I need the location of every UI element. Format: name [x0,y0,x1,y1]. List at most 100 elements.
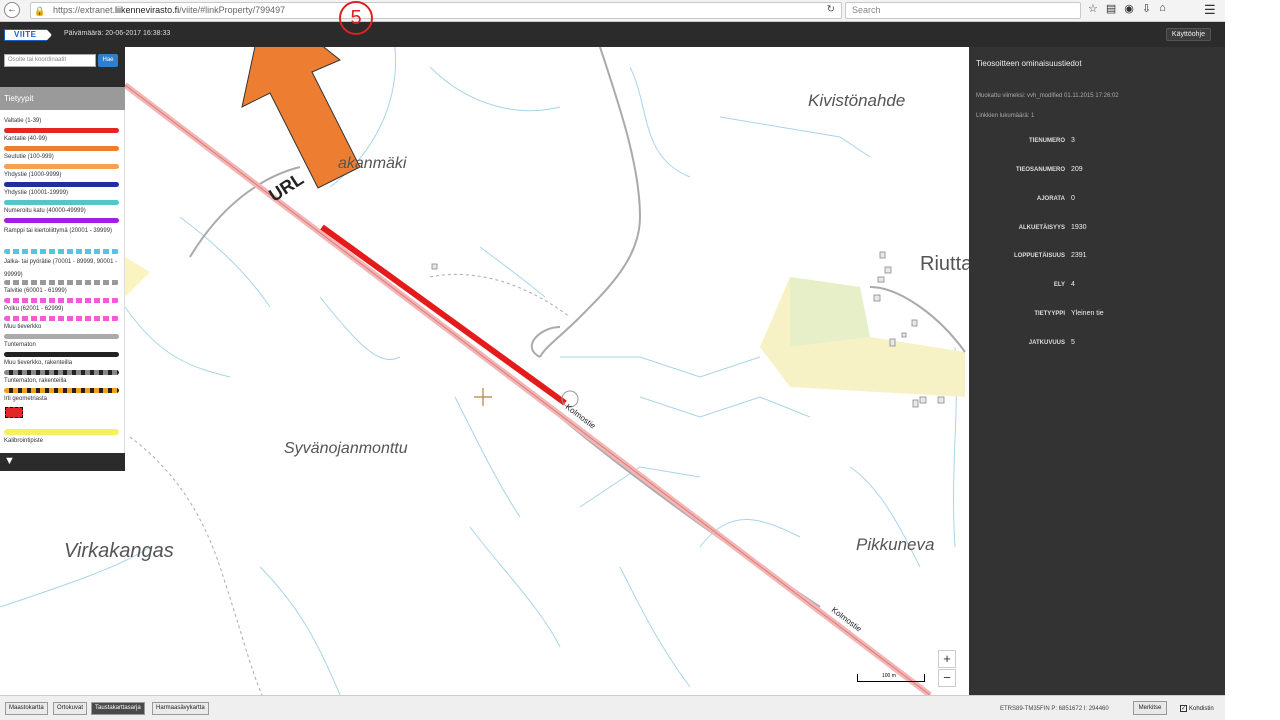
property-value: 2391 [1071,252,1087,259]
checkbox-icon[interactable]: ✓ [1180,705,1187,712]
property-label: JATKUVUUS [1028,340,1065,346]
help-button[interactable]: Käyttöohje [1165,28,1211,41]
toolbar-icons: ☆ ▤ ◉ ⇩ ⌂ [1088,2,1166,15]
zoom-in-button[interactable]: + [938,650,956,668]
property-label: ALKUETÄISYYS [1018,225,1065,231]
menu-icon[interactable]: ☰ [1204,2,1216,18]
pocket-icon[interactable]: ◉ [1124,2,1134,15]
home-icon[interactable]: ⌂ [1159,2,1166,15]
legend-swatch [4,388,119,393]
property-label: ELY [1053,282,1065,288]
legend-item-label: Ramppi tai kiertoliittymä (20001 - 39999… [4,228,113,234]
url-bar[interactable]: 🔒 https://extranet.liikennevirasto.fi/vi… [30,2,842,19]
detached-geometry-icon [5,407,23,418]
address-search-input[interactable]: Osoite tai koordinaatit [4,54,96,67]
legend-item-label: Tuntematon, rakenteilla [4,378,67,384]
legend-title: Tietyypit [0,87,125,110]
legend-swatch [4,164,119,169]
reading-list-icon[interactable]: ▤ [1106,2,1116,15]
selected-road-link[interactable] [320,224,567,406]
legend-item-label: Kantatie (40-99) [4,136,48,142]
legend-item-label: Muu tieverkko, rakenteilla [4,360,73,366]
panel-title: Tieosoitteen ominaisuustiedot [976,59,1082,68]
location-pin-icon: ▼ [4,455,15,467]
legend-swatch [4,370,119,375]
legend-item-label: Yhdystie (10001-19999) [4,190,69,196]
legend-item-label: Irti geometriasta [4,396,48,402]
property-value: 3 [1071,137,1075,144]
property-row: ALKUETÄISYYS 1930 [969,224,1225,237]
legend-swatch [4,218,119,223]
crosshair-label: Kohdistin [1189,706,1214,713]
link-count-text: Linkkien lukumäärä: 1 [976,113,1035,119]
coordinates-readout: ETRS89-TM35FIN P: 6851672 I: 294460 [1000,706,1109,712]
property-row: TIETYYPPI Yleinen tie [969,310,1225,323]
download-icon[interactable]: ⇩ [1142,2,1151,15]
legend-item-label: Valtatie (1-39) [4,118,42,124]
property-label: AJORATA [1036,196,1065,202]
property-row: TIEOSANUMERO 209 [969,166,1225,179]
property-value: Yleinen tie [1071,310,1104,317]
property-value: 0 [1071,195,1075,202]
place-label: Virkakangas [64,540,174,562]
basemap-button[interactable]: Ortokuvat [53,702,88,715]
zoom-out-button[interactable]: − [938,669,956,687]
property-row: ELY 4 [969,281,1225,294]
legend-item-label: Muu tieverkko [4,324,42,330]
basemap-button[interactable]: Harmaasävykartta [152,702,209,715]
bottom-bar: Maastokartta Ortokuvat Taustakarttasarja… [0,695,1225,720]
meadow-area [790,277,870,347]
date-text: Päivämäärä: 20-06-2017 16:38:33 [64,30,171,37]
property-row: LOPPUETÄISUUS 2391 [969,252,1225,265]
crosshair-icon [474,388,492,406]
place-label: Syvänojanmonttu [284,440,408,457]
modified-text: Muokattu viimeksi: vvh_modified 01.11.20… [976,93,1119,99]
legend-item-label: Polku (62001 - 62999) [4,306,64,312]
map-canvas [0,47,966,695]
basemap-button[interactable]: Taustakarttasarja [91,702,145,715]
legend-swatch [4,146,119,151]
property-row: TIENUMERO 3 [969,137,1225,150]
road-kolmostie[interactable] [123,82,932,695]
map-view[interactable]: Kivistönahde akanmäki Riutta Syvänojanmo… [0,47,969,695]
browser-toolbar: ← 🔒 https://extranet.liikennevirasto.fi/… [0,0,1225,22]
property-label: TIENUMERO [1029,138,1065,144]
legend-swatch [4,429,119,435]
scale-bar: 100 m [857,673,925,682]
legend-item-label: Seututie (100-999) [4,154,54,160]
step-number-badge: 5 [339,1,373,35]
legend-item-label: Kalibrointipiste [4,438,44,444]
place-label: Pikkuneva [856,535,935,554]
property-row: JATKUVUUS 5 [969,339,1225,352]
place-label: Kivistönahde [808,91,906,110]
footpaths [129,273,571,695]
legend-item-label: Talvitie (60001 - 61999) [4,288,67,294]
place-label: akanmäki [338,155,407,172]
search-button[interactable]: Hae [98,54,118,67]
legend-swatch [4,200,119,205]
bookmark-star-icon[interactable]: ☆ [1088,2,1098,15]
property-value: 1930 [1071,224,1087,231]
back-icon[interactable]: ← [4,2,20,18]
viite-logo[interactable]: VIITE [4,29,52,41]
url-text: https://extranet.liikennevirasto.fi/viit… [53,5,286,15]
property-label: TIEOSANUMERO [1015,167,1065,173]
browser-search-placeholder: Search [852,5,881,15]
crosshair-toggle[interactable]: ✓ Kohdistin [1180,705,1214,712]
property-label: LOPPUETÄISUUS [1013,253,1065,259]
property-value: 209 [1071,166,1083,173]
search-bar: Osoite tai koordinaatit Hae [0,47,125,87]
legend-swatch [4,352,119,357]
legend-item-label: Tuntematon [4,342,36,348]
property-value: 4 [1071,281,1075,288]
lock-icon: 🔒 [34,6,46,16]
panel-footer: ▼ [0,453,125,471]
reload-icon[interactable]: ↻ [827,4,835,15]
legend-swatch [4,334,119,339]
legend-item-label: Jalka- tai pyörätie (70001 - 89999, 9000… [4,259,118,278]
browser-search-input[interactable]: Search [845,2,1081,19]
legend-swatch [4,280,119,285]
basemap-button[interactable]: Maastokartta [5,702,48,715]
mark-button[interactable]: Merkitse [1133,701,1167,715]
property-value: 5 [1071,339,1075,346]
